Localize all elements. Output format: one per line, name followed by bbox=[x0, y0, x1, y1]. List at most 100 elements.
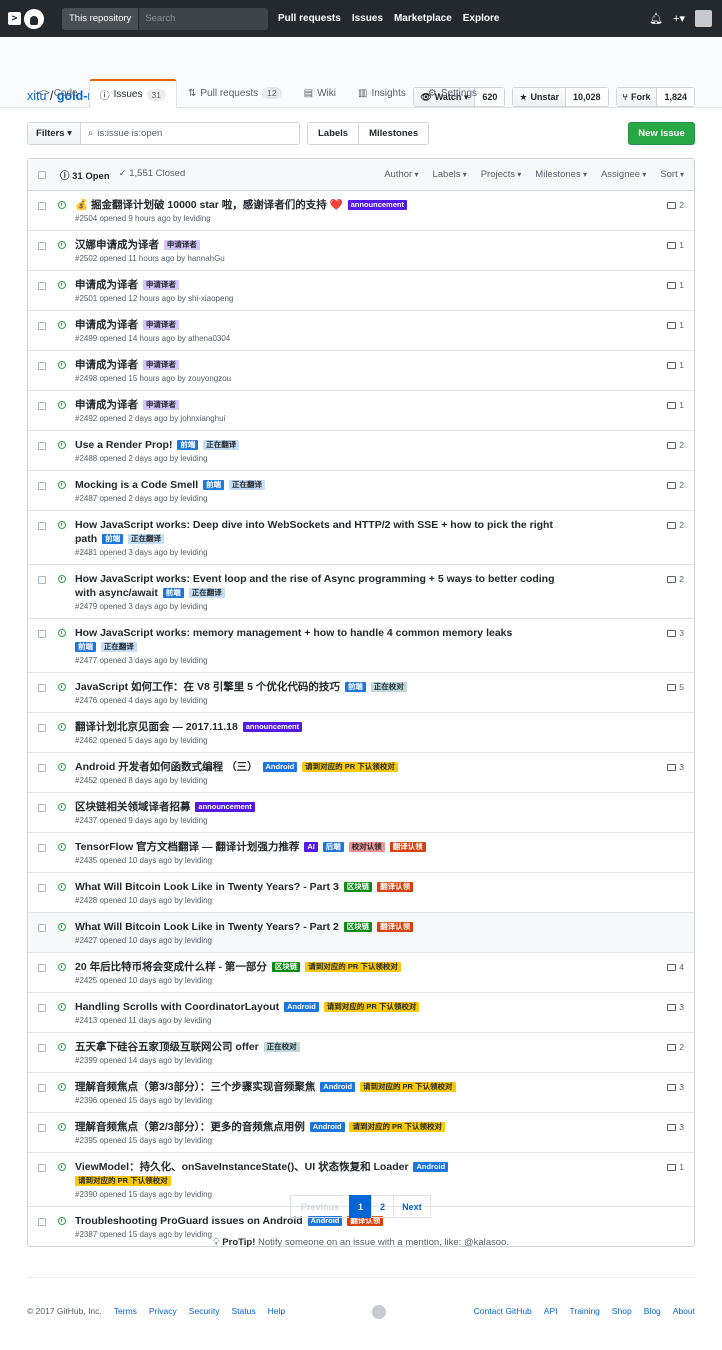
labels-button[interactable]: Labels bbox=[308, 122, 360, 144]
issue-title[interactable]: 理解音频焦点（第2/3部分）：更多的音频焦点用例 bbox=[75, 1121, 305, 1133]
nav-explore[interactable]: Explore bbox=[463, 13, 500, 24]
comment-count[interactable]: 3 bbox=[667, 1002, 684, 1012]
labels-filter[interactable]: Labels bbox=[432, 169, 466, 180]
issue-label[interactable]: 前端 bbox=[102, 534, 124, 544]
issue-label[interactable]: 正在翻译 bbox=[188, 588, 225, 598]
issue-label[interactable]: 正在翻译 bbox=[128, 534, 165, 544]
issue-title[interactable]: Android 开发者如何函数式编程 （三） bbox=[75, 761, 258, 773]
bell-icon[interactable]: 🔔︎ bbox=[649, 12, 663, 25]
issue-checkbox[interactable] bbox=[38, 844, 46, 852]
issue-label[interactable]: 正在翻译 bbox=[100, 642, 137, 652]
issue-checkbox[interactable] bbox=[38, 322, 46, 330]
nav-marketplace[interactable]: Marketplace bbox=[394, 13, 452, 24]
issue-row[interactable]: 理解音频焦点（第3/3部分）：三个步骤实现音频聚焦 Android 请到对应的 … bbox=[28, 1072, 694, 1112]
issue-title[interactable]: How JavaScript works: Event loop and the… bbox=[75, 573, 555, 599]
footer-shop[interactable]: Shop bbox=[612, 1306, 632, 1316]
issue-row[interactable]: How JavaScript works: memory management … bbox=[28, 618, 694, 672]
issue-title[interactable]: 💰 掘金翻译计划破 10000 star 啦，感谢译者们的支持 ❤️ bbox=[75, 199, 343, 211]
issue-label[interactable]: 前端 bbox=[162, 588, 184, 598]
footer-api[interactable]: API bbox=[544, 1306, 558, 1316]
issue-row[interactable]: 申请成为译者 申请译者 #2501 opened 12 hours ago by … bbox=[28, 270, 694, 310]
issue-row[interactable]: 翻译计划北京见面会 — 2017.11.18 announcement #2462… bbox=[28, 712, 694, 752]
issue-label[interactable]: 请到对应的 PR 下认领校对 bbox=[323, 1002, 420, 1012]
issue-title[interactable]: Troubleshooting ProGuard issues on Andro… bbox=[75, 1215, 303, 1227]
plus-dropdown[interactable]: +▾ bbox=[673, 12, 685, 25]
issue-row[interactable]: 申请成为译者 申请译者 #2499 opened 14 hours ago by … bbox=[28, 310, 694, 350]
select-all-checkbox[interactable] bbox=[38, 170, 46, 179]
issue-label[interactable]: AI bbox=[304, 842, 318, 852]
assignee-filter[interactable]: Assignee bbox=[601, 169, 646, 180]
author-filter[interactable]: Author bbox=[384, 169, 418, 180]
issue-label[interactable]: 申请译者 bbox=[142, 360, 179, 370]
issue-row[interactable]: What Will Bitcoin Look Like in Twenty Ye… bbox=[28, 912, 694, 952]
search-box[interactable]: This repository Search bbox=[62, 7, 268, 30]
tab-code[interactable]: <> Code bbox=[27, 79, 89, 106]
issue-title[interactable]: 汉娜申请成为译者 bbox=[75, 239, 159, 251]
footer-security[interactable]: Security bbox=[189, 1306, 220, 1316]
tab-pull-requests[interactable]: ⇅ Pull requests 12 bbox=[177, 79, 293, 106]
comment-count[interactable]: 2 bbox=[667, 574, 684, 584]
issue-label[interactable]: 申请译者 bbox=[142, 280, 179, 290]
avatar[interactable] bbox=[695, 10, 712, 27]
issue-row[interactable]: TensorFlow 官方文档翻译 — 翻译计划强力推荐 AI 后端 校对认领 … bbox=[28, 832, 694, 872]
fork-button[interactable]: ⑂ Fork bbox=[616, 88, 658, 106]
issue-checkbox[interactable] bbox=[38, 804, 46, 812]
issue-checkbox[interactable] bbox=[38, 924, 46, 932]
comment-count[interactable]: 2 bbox=[667, 200, 684, 210]
issue-checkbox[interactable] bbox=[38, 282, 46, 290]
issue-label[interactable]: 请到对应的 PR 下认领校对 bbox=[349, 1122, 446, 1132]
comment-count[interactable]: 4 bbox=[667, 962, 684, 972]
issue-title[interactable]: JavaScript 如何工作：在 V8 引擎里 5 个优化代码的技巧 bbox=[75, 681, 340, 693]
issue-label[interactable]: 申请译者 bbox=[142, 320, 179, 330]
issue-title[interactable]: 五天拿下硅谷五家顶级互联网公司 offer bbox=[75, 1041, 259, 1053]
issue-row[interactable]: 五天拿下硅谷五家顶级互联网公司 offer 正在校对 #2399 opened 1… bbox=[28, 1032, 694, 1072]
issue-row[interactable]: 区块链相关领域译者招募 announcement #2437 opened 9 d… bbox=[28, 792, 694, 832]
next-page[interactable]: Next bbox=[393, 1195, 431, 1218]
footer-terms[interactable]: Terms bbox=[114, 1306, 137, 1316]
footer-help[interactable]: Help bbox=[268, 1306, 285, 1316]
issue-title[interactable]: 申请成为译者 bbox=[75, 359, 138, 371]
page-2[interactable]: 2 bbox=[371, 1195, 395, 1218]
issue-row[interactable]: JavaScript 如何工作：在 V8 引擎里 5 个优化代码的技巧 前端 正… bbox=[28, 672, 694, 712]
nav-pull-requests[interactable]: Pull requests bbox=[278, 13, 341, 24]
nav-issues[interactable]: Issues bbox=[352, 13, 383, 24]
footer-training[interactable]: Training bbox=[570, 1306, 600, 1316]
issue-title[interactable]: What Will Bitcoin Look Like in Twenty Ye… bbox=[75, 921, 339, 933]
issue-label[interactable]: 前端 bbox=[203, 480, 225, 490]
issue-search-input[interactable]: ⌕ is:issue is:open bbox=[81, 122, 299, 144]
issue-row[interactable]: 💰 掘金翻译计划破 10000 star 啦，感谢译者们的支持 ❤️ annou… bbox=[28, 191, 694, 230]
footer-privacy[interactable]: Privacy bbox=[149, 1306, 177, 1316]
issue-label[interactable]: 前端 bbox=[75, 642, 96, 652]
issue-label[interactable]: Android bbox=[284, 1002, 319, 1012]
issue-checkbox[interactable] bbox=[38, 764, 46, 772]
comment-count[interactable]: 1 bbox=[667, 400, 684, 410]
issue-checkbox[interactable] bbox=[38, 1004, 46, 1012]
issue-row[interactable]: 申请成为译者 申请译者 #2498 opened 15 hours ago by … bbox=[28, 350, 694, 390]
issue-label[interactable]: announcement bbox=[242, 722, 303, 732]
issue-row[interactable]: 汉娜申请成为译者 申请译者 #2502 opened 11 hours ago b… bbox=[28, 230, 694, 270]
issue-checkbox[interactable] bbox=[38, 202, 46, 210]
issue-label[interactable]: 区块链 bbox=[343, 922, 373, 932]
comment-count[interactable]: 1 bbox=[667, 240, 684, 250]
github-logo[interactable]: > bbox=[8, 8, 48, 30]
issue-label[interactable]: 请到对应的 PR 下认领校对 bbox=[302, 762, 398, 772]
footer-about[interactable]: About bbox=[673, 1306, 695, 1316]
comment-count[interactable]: 2 bbox=[667, 520, 684, 530]
issue-checkbox[interactable] bbox=[38, 242, 46, 250]
issue-title[interactable]: How JavaScript works: memory management … bbox=[75, 627, 512, 639]
issue-checkbox[interactable] bbox=[38, 576, 46, 584]
issue-title[interactable]: 申请成为译者 bbox=[75, 319, 138, 331]
issue-checkbox[interactable] bbox=[38, 1164, 46, 1172]
issue-label[interactable]: Android bbox=[320, 1082, 356, 1092]
issue-title[interactable]: What Will Bitcoin Look Like in Twenty Ye… bbox=[75, 881, 339, 893]
issue-row[interactable]: 理解音频焦点（第2/3部分）：更多的音频焦点用例 Android 请到对应的 P… bbox=[28, 1112, 694, 1152]
issue-checkbox[interactable] bbox=[38, 402, 46, 410]
comment-count[interactable]: 1 bbox=[667, 1162, 684, 1172]
issue-label[interactable]: 正在校对 bbox=[263, 1042, 300, 1052]
issue-label[interactable]: 前端 bbox=[344, 682, 366, 692]
issue-title[interactable]: 理解音频焦点（第3/3部分）：三个步骤实现音频聚焦 bbox=[75, 1081, 315, 1093]
issue-label[interactable]: 申请译者 bbox=[142, 400, 179, 410]
issue-checkbox[interactable] bbox=[38, 884, 46, 892]
issue-label[interactable]: announcement bbox=[195, 802, 255, 812]
issue-row[interactable]: What Will Bitcoin Look Like in Twenty Ye… bbox=[28, 872, 694, 912]
